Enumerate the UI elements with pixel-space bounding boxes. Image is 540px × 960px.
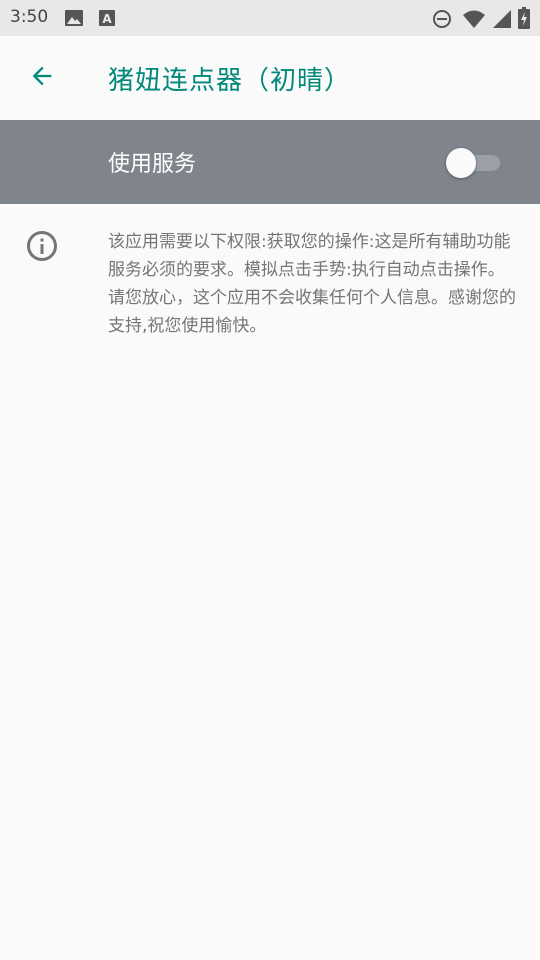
service-toggle[interactable] [446,146,502,178]
status-time: 3:50 [10,7,49,27]
arrow-back-icon [28,62,56,94]
font-a-icon: A [98,9,116,31]
service-switch-label: 使用服务 [108,152,197,177]
svg-text:A: A [102,12,112,26]
wifi-icon [462,9,486,33]
page-title: 猪妞连点器（初晴） [108,66,352,96]
signal-icon [492,9,512,33]
status-bar: 3:50 A [0,0,540,36]
image-icon [64,9,84,31]
toggle-thumb [446,148,476,178]
service-switch-bar[interactable]: 使用服务 [0,120,540,204]
permission-description: 该应用需要以下权限:获取您的操作:这是所有辅助功能服务必须的要求。模拟点击手势:… [108,232,516,336]
info-icon [26,230,58,266]
app-bar: 猪妞连点器（初晴） [0,36,540,120]
back-button[interactable] [20,56,64,100]
do-not-disturb-icon [432,9,452,33]
battery-charging-icon [518,7,530,33]
